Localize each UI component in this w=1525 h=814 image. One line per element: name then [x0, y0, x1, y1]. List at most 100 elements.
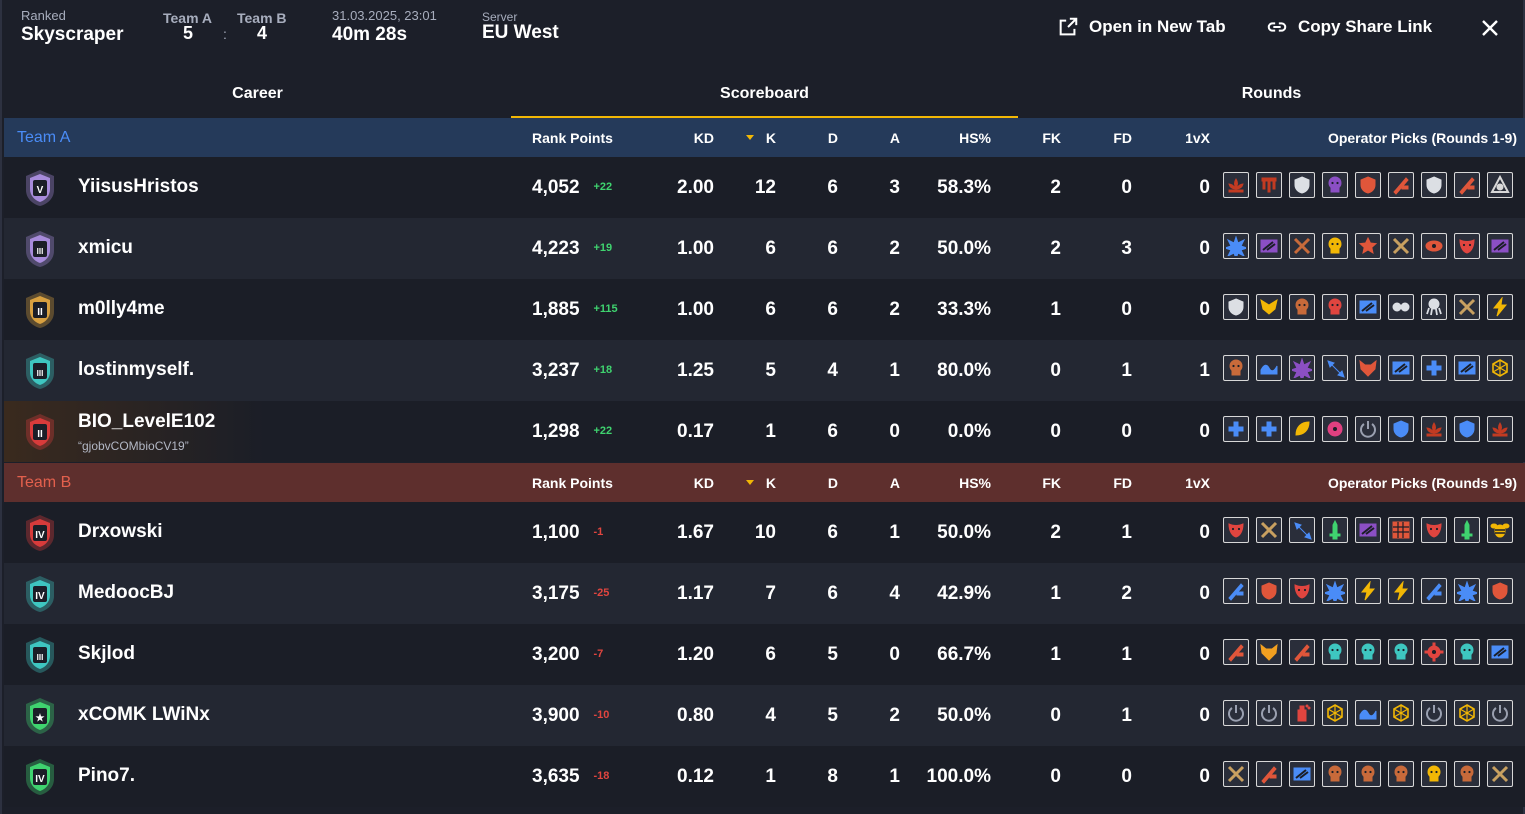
operator-pick[interactable]: [1421, 517, 1447, 543]
operator-pick[interactable]: [1322, 639, 1348, 665]
operator-pick[interactable]: [1289, 700, 1315, 726]
operator-pick[interactable]: [1454, 355, 1480, 381]
operator-pick[interactable]: [1487, 416, 1513, 442]
tab-scoreboard[interactable]: Scoreboard: [511, 70, 1018, 118]
operator-pick[interactable]: [1454, 578, 1480, 604]
player-name[interactable]: xCOMK LWiNx: [78, 704, 210, 726]
first-kills-header[interactable]: FK: [1042, 130, 1061, 146]
kills-header[interactable]: K: [766, 475, 776, 491]
operator-pick[interactable]: [1388, 700, 1414, 726]
clutch-header[interactable]: 1vX: [1185, 130, 1210, 146]
operator-pick[interactable]: [1289, 233, 1315, 259]
operator-pick[interactable]: [1223, 761, 1249, 787]
operator-pick[interactable]: [1322, 416, 1348, 442]
operator-pick[interactable]: [1322, 761, 1348, 787]
player-row[interactable]: III lostinmyself. 3,237 +18 1.25 5 4 1 80.0% 0 1 1: [4, 340, 1525, 401]
operator-pick[interactable]: [1256, 355, 1282, 381]
operator-pick[interactable]: [1289, 578, 1315, 604]
operator-pick[interactable]: [1223, 355, 1249, 381]
operator-pick[interactable]: [1454, 294, 1480, 320]
operator-pick[interactable]: [1388, 578, 1414, 604]
copy-share-link-button[interactable]: Copy Share Link: [1266, 16, 1432, 38]
player-name[interactable]: Pino7.: [78, 765, 135, 787]
operator-pick[interactable]: [1322, 355, 1348, 381]
player-name[interactable]: lostinmyself.: [78, 359, 194, 381]
operator-pick[interactable]: [1487, 761, 1513, 787]
operator-pick[interactable]: [1487, 700, 1513, 726]
operator-pick[interactable]: [1322, 517, 1348, 543]
operator-pick[interactable]: [1223, 578, 1249, 604]
operator-pick[interactable]: [1322, 233, 1348, 259]
operator-pick[interactable]: [1487, 578, 1513, 604]
operator-pick[interactable]: [1223, 416, 1249, 442]
operator-pick[interactable]: [1355, 761, 1381, 787]
operator-pick[interactable]: [1355, 517, 1381, 543]
player-name[interactable]: Skjlod: [78, 643, 135, 665]
operator-pick[interactable]: [1454, 517, 1480, 543]
operator-pick[interactable]: [1256, 294, 1282, 320]
operator-pick[interactable]: [1388, 639, 1414, 665]
operator-pick[interactable]: [1223, 639, 1249, 665]
operator-pick[interactable]: [1421, 294, 1447, 320]
kd-header[interactable]: KD: [694, 475, 714, 491]
operator-pick[interactable]: [1421, 172, 1447, 198]
operator-pick[interactable]: [1454, 700, 1480, 726]
deaths-header[interactable]: D: [828, 130, 838, 146]
player-row[interactable]: II m0lly4me 1,885 +115 1.00 6 6 2 33.3% 1 0 0: [4, 279, 1525, 340]
operator-pick[interactable]: [1223, 233, 1249, 259]
player-row[interactable]: II BIO_LevelE102 “gjobvCOMbioCV19” 1,298 +22…: [4, 401, 1525, 462]
first-deaths-header[interactable]: FD: [1113, 475, 1132, 491]
operator-pick[interactable]: [1355, 700, 1381, 726]
operator-pick[interactable]: [1388, 355, 1414, 381]
operator-pick[interactable]: [1289, 517, 1315, 543]
player-name[interactable]: Drxowski: [78, 521, 162, 543]
operator-pick[interactable]: [1388, 233, 1414, 259]
operator-pick[interactable]: [1487, 233, 1513, 259]
operator-pick[interactable]: [1421, 233, 1447, 259]
first-kills-header[interactable]: FK: [1042, 475, 1061, 491]
kd-header[interactable]: KD: [694, 130, 714, 146]
operator-pick[interactable]: [1355, 294, 1381, 320]
operator-pick[interactable]: [1454, 761, 1480, 787]
player-name[interactable]: YiisusHristos: [78, 176, 199, 198]
operator-pick[interactable]: [1421, 578, 1447, 604]
operator-pick[interactable]: [1355, 639, 1381, 665]
operator-pick[interactable]: [1256, 517, 1282, 543]
operator-pick[interactable]: [1322, 294, 1348, 320]
operator-pick[interactable]: [1454, 172, 1480, 198]
kills-header[interactable]: K: [766, 130, 776, 146]
operator-pick[interactable]: [1388, 517, 1414, 543]
player-row[interactable]: III xmicu 4,223 +19 1.00 6 6 2 50.0% 2 3 0: [4, 218, 1525, 279]
operator-pick[interactable]: [1454, 416, 1480, 442]
tab-career[interactable]: Career: [4, 70, 511, 118]
player-row[interactable]: III Skjlod 3,200 -7 1.20 6 5 0 66.7% 1 1 0: [4, 624, 1525, 685]
operator-pick[interactable]: [1289, 172, 1315, 198]
operator-pick[interactable]: [1355, 416, 1381, 442]
assists-header[interactable]: A: [890, 130, 900, 146]
deaths-header[interactable]: D: [828, 475, 838, 491]
player-row[interactable]: V YiisusHristos 4,052 +22 2.00 12 6 3 58.3% 2 0 0: [4, 157, 1525, 218]
operator-pick[interactable]: [1256, 639, 1282, 665]
first-deaths-header[interactable]: FD: [1113, 130, 1132, 146]
operator-pick[interactable]: [1289, 639, 1315, 665]
close-icon[interactable]: [1478, 16, 1502, 40]
player-name[interactable]: m0lly4me: [78, 298, 165, 320]
player-row[interactable]: IV Pino7. 3,635 -18 0.12 1 8 1 100.0% 0 0 0: [4, 746, 1525, 807]
operator-pick[interactable]: [1256, 700, 1282, 726]
operator-pick[interactable]: [1388, 416, 1414, 442]
operator-pick[interactable]: [1322, 578, 1348, 604]
operator-pick[interactable]: [1223, 517, 1249, 543]
headshot-header[interactable]: HS%: [959, 475, 991, 491]
operator-pick[interactable]: [1256, 172, 1282, 198]
operator-pick[interactable]: [1223, 172, 1249, 198]
operator-pick[interactable]: [1223, 700, 1249, 726]
tab-rounds[interactable]: Rounds: [1018, 70, 1525, 118]
operator-pick[interactable]: [1388, 294, 1414, 320]
operator-pick[interactable]: [1487, 517, 1513, 543]
operator-pick[interactable]: [1388, 761, 1414, 787]
operator-pick[interactable]: [1421, 639, 1447, 665]
operator-pick[interactable]: [1355, 172, 1381, 198]
operator-pick[interactable]: [1421, 355, 1447, 381]
operator-pick[interactable]: [1355, 578, 1381, 604]
operator-pick[interactable]: [1421, 761, 1447, 787]
